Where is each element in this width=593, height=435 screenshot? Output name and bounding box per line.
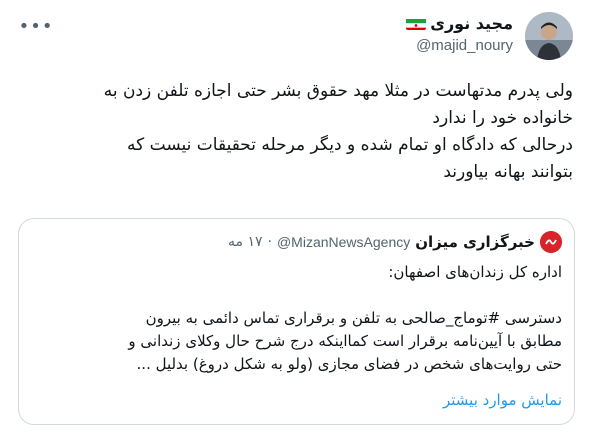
show-more-link[interactable]: نمایش موارد بیشتر <box>443 391 562 409</box>
quote-body: اداره کل زندان‌های اصفهان: دسترسی #توماج… <box>29 261 562 376</box>
quoted-tweet-header: خبرگزاری میزان @MizanNewsAgency · ۱۷ مه <box>228 231 562 253</box>
tweet-text: ولی پدرم مدتهاست در مثلا مهد حقوق بشر حت… <box>13 78 573 186</box>
quote-avatar <box>540 231 562 253</box>
tweet-line: خانواده خود را ندارد <box>432 108 573 128</box>
tweet-line: ولی پدرم مدتهاست در مثلا مهد حقوق بشر حت… <box>103 81 573 101</box>
more-dots-icon[interactable]: ••• <box>19 12 53 40</box>
quote-date: ۱۷ مه <box>228 234 263 250</box>
quote-body-line: دسترسی #توماج_صالحی به تلفن و برقراری تم… <box>145 309 562 327</box>
quote-separator: · <box>267 234 272 250</box>
iran-flag-icon <box>406 17 427 30</box>
quote-body-line: حتی روایت‌های شخص در فضای مجازی (ولو به … <box>136 355 562 373</box>
tweet-line: درحالی که دادگاه او تمام شده و دیگر مرحل… <box>127 135 573 155</box>
quoted-tweet-card[interactable]: خبرگزاری میزان @MizanNewsAgency · ۱۷ مه … <box>18 218 575 425</box>
tweet-line: بتوانند بهانه بیاورند <box>443 162 573 182</box>
author-name-row: مجید نوری <box>406 14 513 33</box>
quote-body-line: مطابق با آیین‌نامه برقرار است کمااینکه د… <box>128 332 562 350</box>
author-handle[interactable]: @majid_noury <box>406 37 513 54</box>
avatar[interactable] <box>525 12 573 60</box>
author-name[interactable]: مجید نوری <box>430 14 513 33</box>
quote-author-handle: @MizanNewsAgency <box>276 234 411 250</box>
tweet-header: ••• مجید نوری @majid_noury <box>0 10 593 66</box>
quote-body-title: اداره کل زندان‌های اصفهان: <box>388 263 562 281</box>
author-info: مجید نوری @majid_noury <box>406 14 513 54</box>
quote-author-name: خبرگزاری میزان <box>415 233 535 251</box>
